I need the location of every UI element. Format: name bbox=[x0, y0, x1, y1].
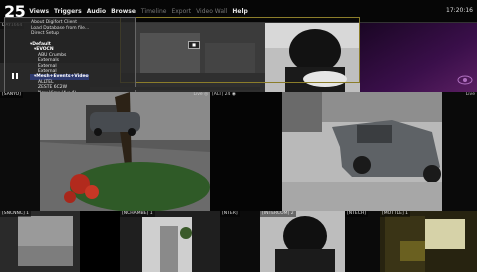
menu-views[interactable]: Views bbox=[29, 8, 49, 15]
live-badge: Live bbox=[465, 92, 475, 97]
camera-main-left[interactable]: [SANYO] bbox=[0, 92, 40, 211]
menu-help[interactable]: Help bbox=[232, 8, 247, 15]
live-badge: Live ◎ bbox=[193, 92, 208, 97]
camera-bottom-2-scene bbox=[120, 211, 220, 272]
menu-browse[interactable]: Browse bbox=[111, 8, 136, 15]
camera-bottom-1[interactable]: [SNCNNC] 1 bbox=[0, 211, 80, 272]
camera-main-driveway[interactable]: Live ◎ bbox=[40, 92, 210, 211]
camera-bottom-3[interactable]: [NTER] bbox=[220, 211, 260, 272]
camera-bottom-5[interactable]: [NTECH] bbox=[345, 211, 380, 272]
overlay-menu-item[interactable]: Direct Setup bbox=[31, 31, 89, 37]
menu-timeline[interactable]: Timeline bbox=[141, 8, 167, 15]
menu-items: Views Triggers Audio Browse Timeline Export Vi… bbox=[29, 8, 253, 15]
eye-icon[interactable] bbox=[457, 70, 473, 89]
stop-icon[interactable]: ■ bbox=[188, 41, 200, 49]
pause-icon[interactable] bbox=[11, 72, 19, 80]
camera-main-right[interactable]: Live bbox=[442, 92, 477, 211]
camera-main-car-scene bbox=[282, 92, 442, 211]
camera-main-driveway-scene bbox=[40, 92, 210, 211]
camera-bottom-4[interactable]: [INTERCOM] 2 bbox=[260, 211, 345, 272]
camera-bottom-1-scene bbox=[0, 211, 80, 272]
menu-export[interactable]: Export bbox=[171, 8, 191, 15]
camera-label: [SNCNNC] 1 bbox=[0, 211, 32, 217]
camera-label: [SANYO] bbox=[0, 92, 23, 98]
camera-main-gap[interactable]: [ALT] 24 ◉ bbox=[210, 92, 282, 211]
overlay-menu-items: About Digifort Client Load Database from … bbox=[31, 20, 89, 37]
camera-label: [MOTTLE] 1 bbox=[380, 211, 410, 217]
camera-main-car[interactable] bbox=[282, 92, 442, 211]
menu-triggers[interactable]: Triggers bbox=[54, 8, 82, 15]
selected-view-frame bbox=[120, 17, 360, 83]
clock: 17:20:16 bbox=[446, 7, 473, 14]
camera-label: [INTERCOM] 2 bbox=[260, 211, 296, 217]
camera-bottom-6-scene bbox=[380, 211, 477, 272]
camera-label: [NCHAMBE] 1 bbox=[120, 211, 155, 217]
menu-audio[interactable]: Audio bbox=[87, 8, 106, 15]
timeline-seek-bar[interactable] bbox=[90, 87, 260, 90]
camera-bottom-4-scene bbox=[260, 211, 345, 272]
camera-bottom-2[interactable]: [NCHAMBE] 1 bbox=[120, 211, 220, 272]
camera-label: [NTER] bbox=[220, 211, 240, 217]
menu-video-wall[interactable]: Video Wall bbox=[196, 8, 227, 15]
camera-label: [NTECH] bbox=[345, 211, 368, 217]
camera-bottom-6[interactable]: [MOTTLE] 1 bbox=[380, 211, 477, 272]
live-badge: [ALT] 24 ◉ bbox=[212, 92, 236, 97]
